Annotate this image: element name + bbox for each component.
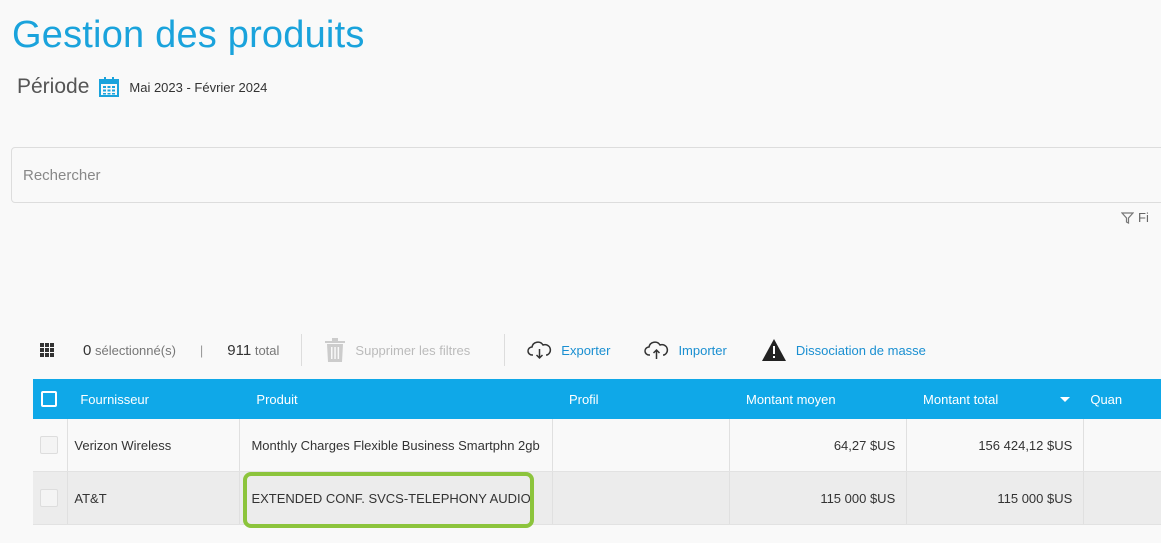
table-row[interactable]: Verizon Wireless Monthly Charges Flexibl…: [33, 419, 1161, 472]
column-header-produit[interactable]: Produit: [240, 379, 553, 419]
cell-montant-moyen: 64,27 $US: [730, 419, 908, 471]
divider: [301, 334, 303, 366]
export-button[interactable]: Exporter: [527, 340, 610, 360]
row-checkbox[interactable]: [40, 489, 58, 507]
cell-montant-total: 156 424,12 $US: [907, 419, 1085, 471]
cell-produit: Monthly Charges Flexible Business Smartp…: [240, 419, 554, 471]
cell-montant-total: 115 000 $US: [907, 472, 1085, 524]
column-header-montant-moyen[interactable]: Montant moyen: [730, 379, 907, 419]
sort-desc-icon: [1060, 396, 1071, 402]
total-count: 911 total: [227, 341, 280, 359]
products-table: Fournisseur Produit Profil Montant moyen…: [33, 379, 1161, 525]
cell-montant-moyen: 115 000 $US: [730, 472, 908, 524]
column-header-montant-total[interactable]: Montant total: [907, 379, 1084, 419]
trash-icon: [325, 338, 346, 362]
period-range[interactable]: Mai 2023 - Février 2024: [129, 80, 267, 95]
grid-menu-icon[interactable]: [40, 343, 54, 357]
clear-filters-button[interactable]: Supprimer les filtres: [324, 338, 470, 362]
filter-label: Fi: [1138, 210, 1149, 225]
filter-icon: [1121, 211, 1134, 224]
period-selector: Période Mai 2023 - Février 2024: [17, 75, 267, 99]
table-header: Fournisseur Produit Profil Montant moyen…: [33, 379, 1161, 419]
filter-button[interactable]: Fi: [1121, 210, 1149, 225]
cell-profil: [553, 419, 731, 471]
cell-quantite: [1084, 472, 1161, 524]
cell-fournisseur: Verizon Wireless: [68, 419, 241, 471]
toolbar-separator: |: [199, 342, 204, 358]
cell-fournisseur: AT&T: [68, 472, 241, 524]
toolbar: 0 sélectionné(s) | 911 total Supprimer l…: [40, 334, 926, 366]
selected-count: 0 sélectionné(s): [83, 341, 176, 359]
cloud-download-icon: [527, 341, 552, 360]
cell-produit: EXTENDED CONF. SVCS-TELEPHONY AUDIO: [240, 472, 554, 524]
column-header-quantite[interactable]: Quan: [1084, 379, 1161, 419]
search-box: [11, 147, 1161, 203]
page-title: Gestion des produits: [12, 14, 365, 56]
cell-profil: [553, 472, 731, 524]
calendar-icon[interactable]: [99, 77, 120, 97]
mass-dissociation-button[interactable]: Dissociation de masse: [761, 338, 926, 362]
divider: [504, 334, 506, 366]
import-button[interactable]: Importer: [644, 340, 727, 360]
period-label: Période: [17, 75, 90, 98]
select-all-checkbox[interactable]: [33, 379, 68, 419]
warning-icon: [761, 339, 786, 361]
cloud-upload-icon: [644, 341, 669, 359]
search-input[interactable]: [12, 148, 1161, 202]
table-row[interactable]: AT&T EXTENDED CONF. SVCS-TELEPHONY AUDIO…: [33, 472, 1161, 525]
column-header-fournisseur[interactable]: Fournisseur: [68, 379, 240, 419]
row-checkbox[interactable]: [40, 436, 58, 454]
cell-quantite: [1084, 419, 1161, 471]
column-header-profil[interactable]: Profil: [553, 379, 730, 419]
